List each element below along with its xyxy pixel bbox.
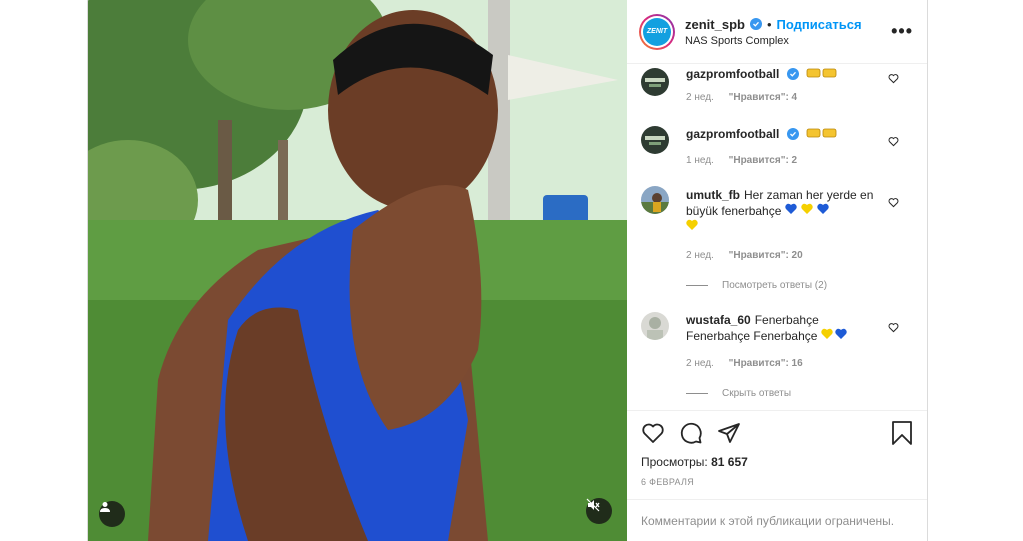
comment-username[interactable]: umutk_fb xyxy=(686,188,740,202)
bookmark-icon[interactable] xyxy=(891,421,913,450)
comment-age: 1 нед. xyxy=(686,155,714,166)
video-frame xyxy=(88,0,627,541)
hide-replies-label: Скрыть ответы xyxy=(722,388,792,399)
views-label: Просмотры: xyxy=(641,455,708,469)
mute-button[interactable] xyxy=(586,498,612,524)
more-icon[interactable]: ••• xyxy=(891,21,913,42)
fist-bump-emoji-icon xyxy=(806,127,838,141)
comment-username[interactable]: wustafa_60 xyxy=(686,313,751,327)
commenter-avatar[interactable] xyxy=(641,68,669,96)
post-actions: Просмотры: 81 657 6 ФЕВРАЛЯ xyxy=(627,410,927,500)
zenit-logo-icon: ZENIT xyxy=(643,17,671,46)
page: ZENIT zenit_spb • Подписаться NAS Sports… xyxy=(0,0,1023,541)
heart-icon[interactable] xyxy=(888,71,899,89)
heart-icon[interactable] xyxy=(888,134,899,152)
comment-icon[interactable] xyxy=(679,421,703,445)
commenter-avatar[interactable] xyxy=(641,126,669,154)
comment-username[interactable]: gazpromfootball xyxy=(686,127,779,141)
comment-username[interactable]: gazpromfootball xyxy=(686,67,779,81)
commenter-avatar[interactable] xyxy=(641,312,669,340)
avatar[interactable]: ZENIT xyxy=(639,13,675,50)
comment-age: 2 нед. xyxy=(686,250,714,261)
post-sidebar: ZENIT zenit_spb • Подписаться NAS Sports… xyxy=(627,0,927,541)
verified-icon xyxy=(749,18,762,30)
verified-icon xyxy=(786,128,799,140)
heart-icon[interactable] xyxy=(641,421,665,445)
views-number: 81 657 xyxy=(711,455,748,469)
post-date[interactable]: 6 ФЕВРАЛЯ xyxy=(641,477,913,487)
view-replies-label: Посмотреть ответы (2) xyxy=(722,280,828,291)
comments-restricted-notice: Комментарии к этой публикации ограничены… xyxy=(627,499,927,541)
post-video[interactable] xyxy=(88,0,627,541)
comment-likes[interactable]: "Нравится": 4 xyxy=(729,92,798,103)
mute-icon xyxy=(586,498,600,512)
post-location[interactable]: NAS Sports Complex xyxy=(685,35,891,47)
heart-icon[interactable] xyxy=(888,320,899,338)
heart-emojis-icon xyxy=(785,203,835,218)
fist-bump-emoji-icon xyxy=(806,67,838,81)
post-username[interactable]: zenit_spb xyxy=(685,17,745,32)
separator-dot: • xyxy=(766,16,772,32)
tagged-users-button[interactable] xyxy=(99,501,125,527)
heart-emoji-icon xyxy=(686,219,698,234)
comments-list[interactable]: gazpromfootball 2 нед. "Нравится": 4 gaz… xyxy=(627,64,927,410)
user-icon xyxy=(100,502,110,512)
comment-likes[interactable]: "Нравится": 20 xyxy=(729,250,803,261)
share-icon[interactable] xyxy=(717,421,741,445)
verified-icon xyxy=(786,68,799,80)
post-dialog: ZENIT zenit_spb • Подписаться NAS Sports… xyxy=(87,0,928,541)
comment-age: 2 нед. xyxy=(686,92,714,103)
hide-replies-button[interactable]: Скрыть ответы xyxy=(686,388,791,399)
heart-emojis-icon xyxy=(821,328,851,343)
comment-age: 2 нед. xyxy=(686,358,714,369)
view-replies-button[interactable]: Посмотреть ответы (2) xyxy=(686,280,827,291)
views-count[interactable]: Просмотры: 81 657 xyxy=(641,455,913,469)
comment-likes[interactable]: "Нравится": 16 xyxy=(729,358,803,369)
heart-icon[interactable] xyxy=(888,195,899,213)
commenter-avatar[interactable] xyxy=(641,186,669,214)
post-header: ZENIT zenit_spb • Подписаться NAS Sports… xyxy=(627,0,927,64)
follow-button[interactable]: Подписаться xyxy=(777,17,862,32)
comment-likes[interactable]: "Нравится": 2 xyxy=(729,155,798,166)
